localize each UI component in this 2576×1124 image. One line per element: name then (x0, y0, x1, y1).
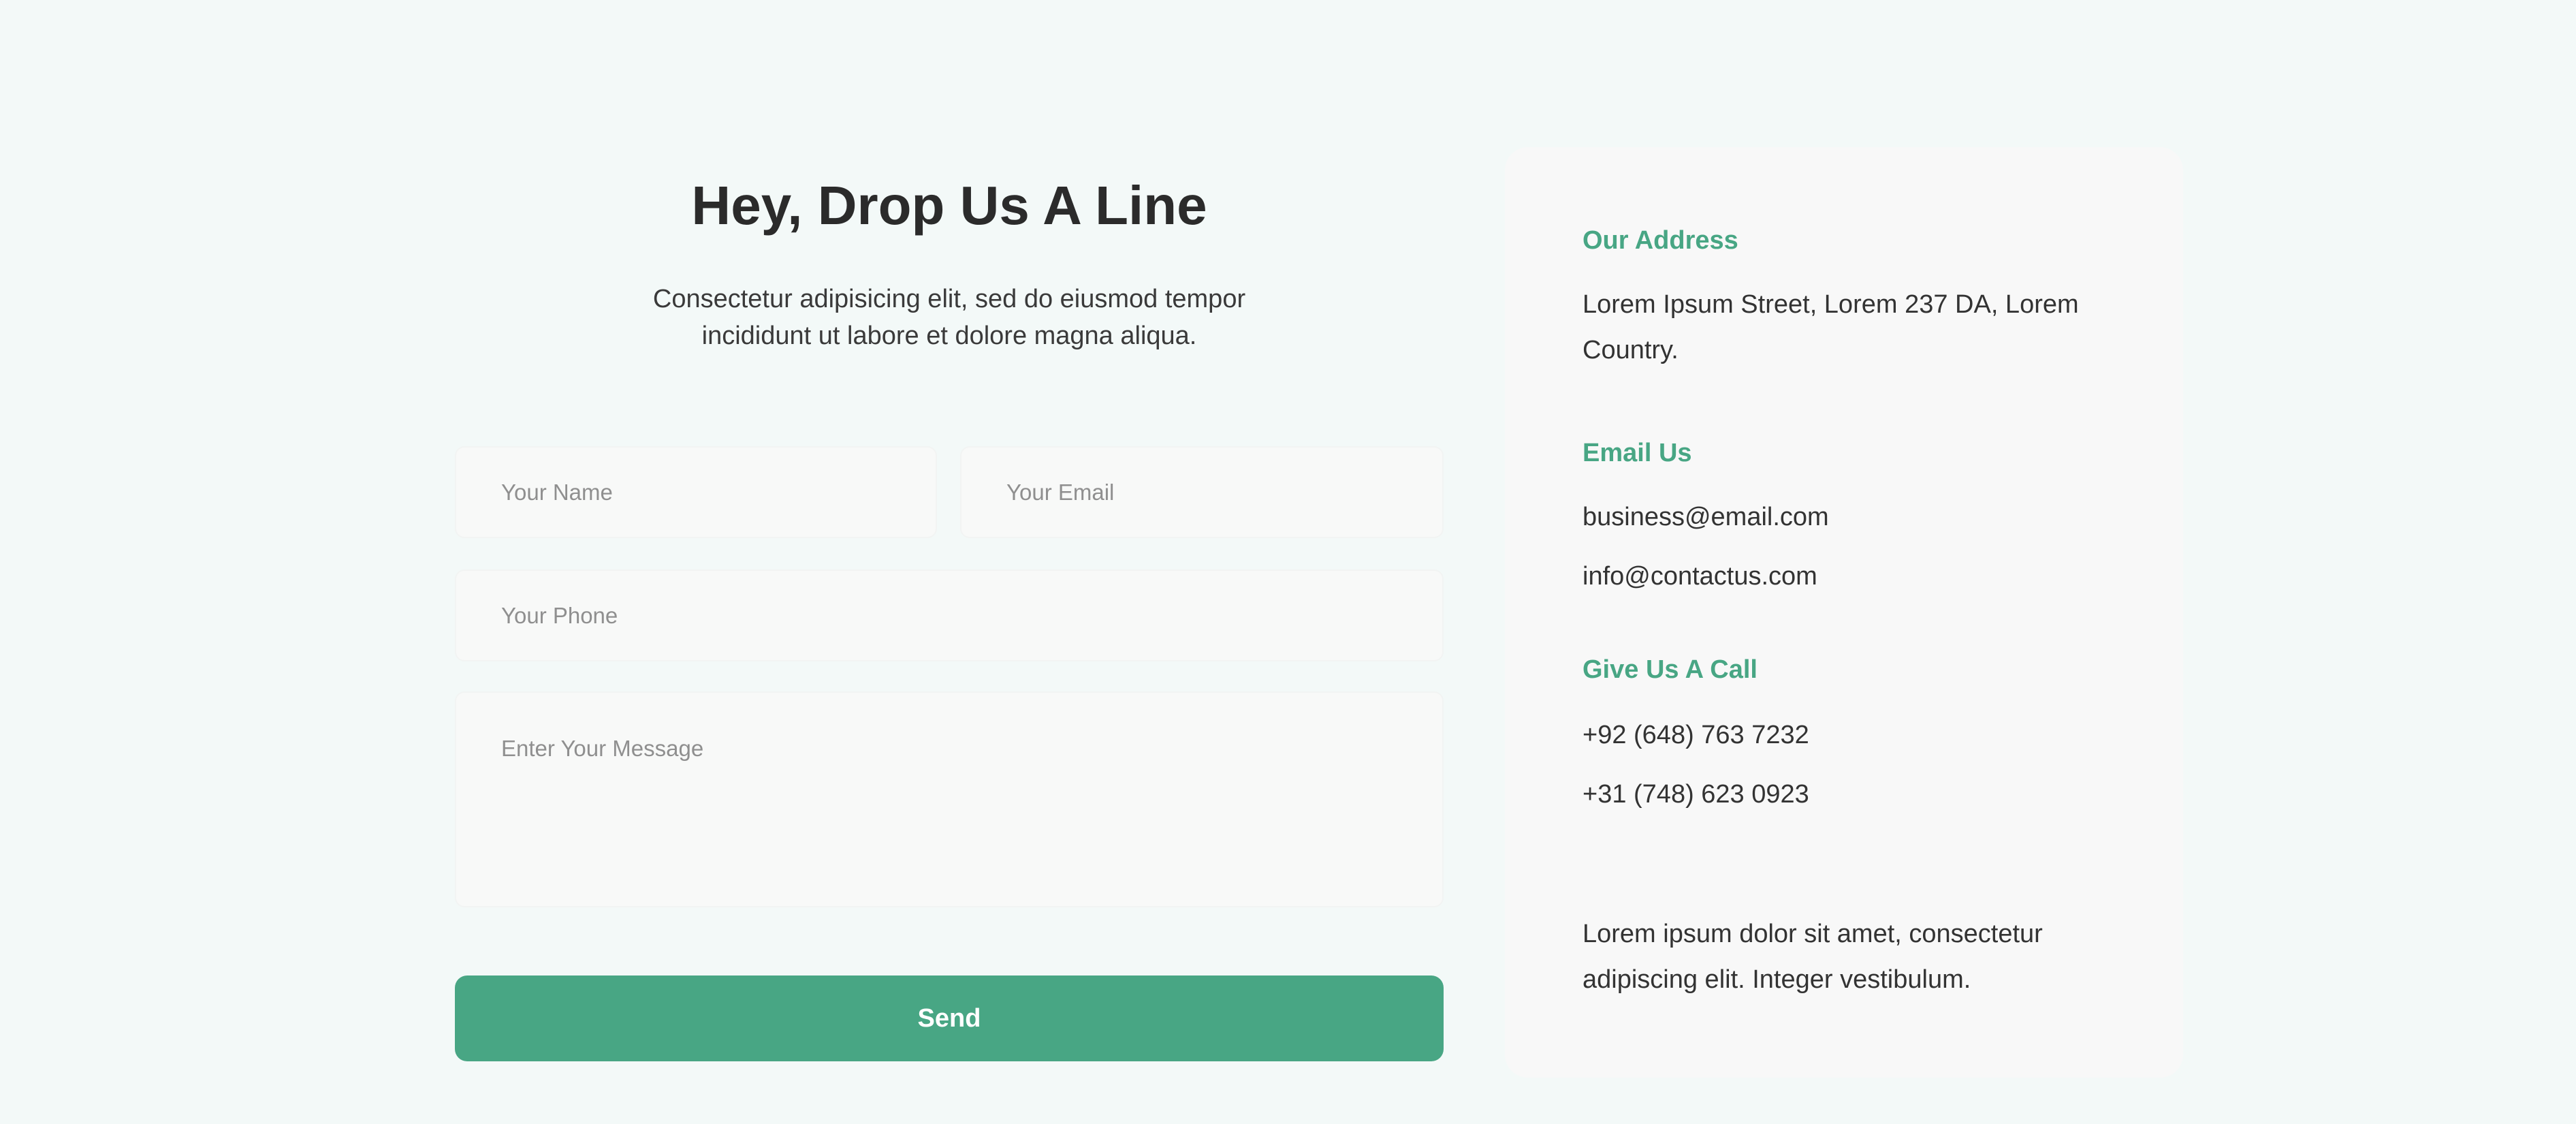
contact-info-card: Our Address Lorem Ipsum Street, Lorem 23… (1505, 147, 2183, 1078)
email-heading: Email Us (1583, 439, 1692, 467)
email-link-business[interactable]: business@email.com (1583, 495, 1829, 540)
phone-link-1[interactable]: +92 (648) 763 7232 (1583, 713, 1809, 758)
info-note: Lorem ipsum dolor sit amet, consectetur … (1583, 920, 2043, 994)
email-input[interactable] (960, 446, 1444, 538)
address-heading: Our Address (1583, 226, 1738, 255)
message-textarea[interactable] (455, 691, 1444, 907)
form-title: Hey, Drop Us A Line (691, 175, 1207, 236)
phone-link-2[interactable]: +31 (748) 623 0923 (1583, 772, 1809, 817)
phone-input[interactable] (455, 569, 1444, 661)
contact-page: Hey, Drop Us A Line Consectetur adipisic… (0, 0, 2576, 1124)
name-input[interactable] (455, 446, 937, 538)
email-link-info[interactable]: info@contactus.com (1583, 554, 1817, 599)
form-subtitle: Consectetur adipisicing elit, sed do eiu… (652, 285, 1246, 350)
send-button[interactable]: Send (455, 975, 1444, 1061)
address-text: Lorem Ipsum Street, Lorem 237 DA, Lorem … (1583, 290, 2079, 364)
call-heading: Give Us A Call (1583, 655, 1758, 684)
